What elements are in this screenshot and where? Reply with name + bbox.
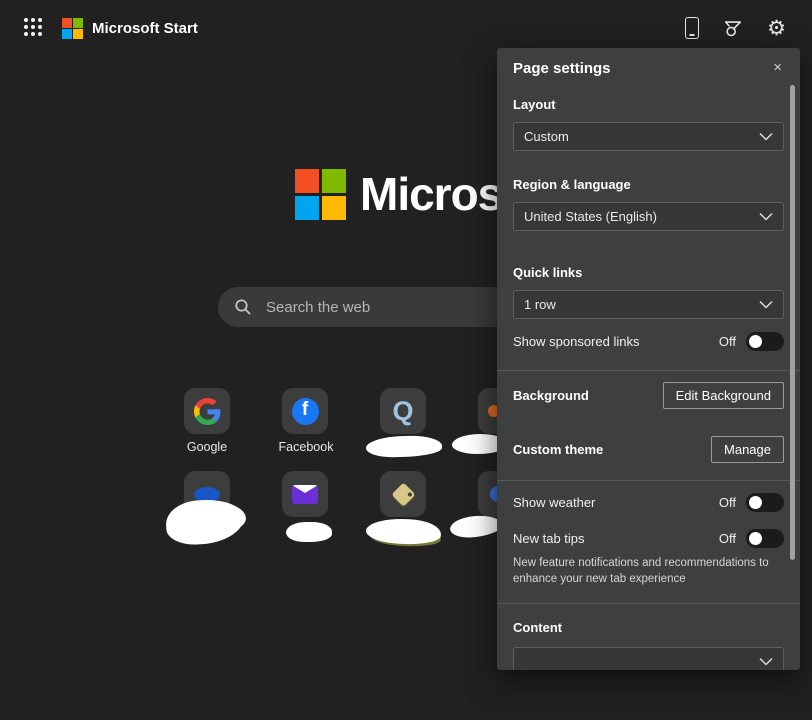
chevron-down-icon (759, 300, 773, 309)
quick-links-label: Quick links (513, 265, 784, 280)
microsoft-logo-large-icon (295, 169, 346, 220)
panel-scrollbar[interactable] (790, 85, 795, 560)
search-icon (234, 298, 252, 316)
layout-label: Layout (513, 97, 784, 112)
manage-theme-button[interactable]: Manage (711, 436, 784, 463)
new-tab-tips-state: Off (719, 531, 736, 546)
region-value: United States (English) (524, 209, 657, 224)
quick-link-label-google[interactable]: Google (162, 440, 252, 454)
quick-link-google[interactable] (184, 388, 230, 434)
facebook-icon: f (292, 398, 319, 425)
show-weather-toggle[interactable] (746, 493, 784, 512)
quick-link-deals[interactable] (380, 471, 426, 517)
chevron-down-icon (759, 212, 773, 221)
app-title: Microsoft Start (92, 20, 198, 37)
content-dropdown[interactable] (513, 647, 784, 670)
new-tab-tips-description: New feature notifications and recommenda… (513, 556, 789, 587)
q-letter-icon: Q (392, 398, 413, 425)
new-tab-tips-toggle[interactable] (746, 529, 784, 548)
rewards-medal-icon[interactable] (722, 17, 744, 39)
content-label: Content (513, 620, 784, 635)
layout-value: Custom (524, 129, 569, 144)
divider (497, 603, 800, 604)
show-weather-state: Off (719, 495, 736, 510)
redaction-mark (366, 518, 442, 546)
sponsored-links-toggle[interactable] (746, 332, 784, 351)
quick-link-label-facebook[interactable]: Facebook (261, 440, 351, 454)
redaction-mark (449, 514, 502, 539)
redaction-mark (286, 522, 332, 542)
show-weather-label: Show weather (513, 495, 595, 510)
quick-links-value: 1 row (524, 297, 556, 312)
google-icon (194, 398, 221, 425)
custom-theme-label: Custom theme (513, 442, 603, 457)
divider (497, 480, 800, 481)
edit-background-button[interactable]: Edit Background (663, 382, 784, 409)
sponsored-links-state: Off (719, 334, 736, 349)
mobile-phone-icon[interactable] (685, 17, 699, 39)
apps-grid-icon[interactable] (24, 18, 44, 38)
microsoft-logo-icon[interactable] (62, 18, 83, 39)
divider (497, 370, 800, 371)
background-label: Background (513, 388, 589, 403)
price-tag-icon (391, 482, 415, 506)
region-dropdown[interactable]: United States (English) (513, 202, 784, 231)
panel-title: Page settings (513, 60, 611, 77)
chevron-down-icon (759, 657, 773, 666)
new-tab-tips-label: New tab tips (513, 531, 585, 546)
chevron-down-icon (759, 132, 773, 141)
quick-link-facebook[interactable]: f (282, 388, 328, 434)
layout-dropdown[interactable]: Custom (513, 122, 784, 151)
close-icon[interactable]: × (773, 60, 782, 75)
quick-links-dropdown[interactable]: 1 row (513, 290, 784, 319)
region-label: Region & language (513, 177, 784, 192)
quick-link-q-app[interactable]: Q (380, 388, 426, 434)
redaction-mark (366, 435, 442, 457)
sponsored-links-label: Show sponsored links (513, 334, 639, 349)
settings-gear-icon[interactable]: ⚙ (767, 18, 786, 39)
quick-link-mail[interactable] (282, 471, 328, 517)
purple-mail-icon (292, 485, 318, 504)
page-settings-panel: Page settings × Layout Custom Region & l… (497, 48, 800, 670)
